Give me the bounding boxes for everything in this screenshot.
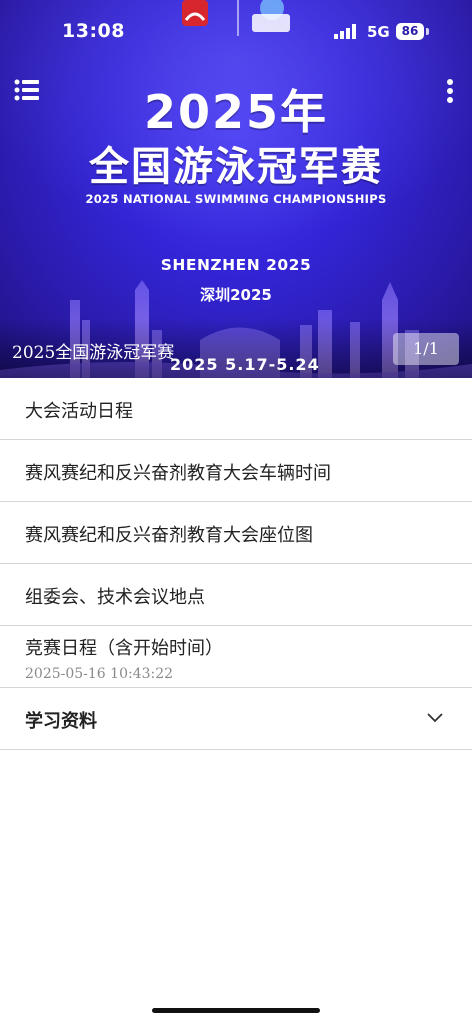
list-item-date: 2025-05-16 10:43:22 xyxy=(25,666,174,682)
signal-bars-icon xyxy=(334,24,356,39)
list-item[interactable]: 组委会、技术会议地点 xyxy=(0,564,472,626)
list-item-label: 大会活动日程 xyxy=(25,401,133,422)
banner-caption: 2025全国游泳冠军赛 xyxy=(12,343,175,363)
list-item[interactable]: 大会活动日程 xyxy=(0,378,472,440)
list-item[interactable]: 赛风赛纪和反兴奋剂教育大会座位图 xyxy=(0,502,472,564)
status-time: 13:08 xyxy=(62,20,125,42)
chevron-down-icon[interactable] xyxy=(427,713,443,723)
list-item[interactable]: 赛风赛纪和反兴奋剂教育大会车辆时间 xyxy=(0,440,472,502)
list-item-label: 竞赛日程（含开始时间） xyxy=(25,638,223,659)
battery-tip xyxy=(426,28,429,35)
battery-icon: 86 xyxy=(396,23,424,40)
home-indicator[interactable] xyxy=(152,1008,320,1013)
section-header-study-materials[interactable]: 学习资料 xyxy=(0,688,472,750)
poster-city-cn: 深圳2025 xyxy=(200,286,272,304)
document-list: 大会活动日程 赛风赛纪和反兴奋剂教育大会车辆时间 赛风赛纪和反兴奋剂教育大会座位… xyxy=(0,378,472,750)
poster-english-title: 2025 NATIONAL SWIMMING CHAMPIONSHIPS xyxy=(85,192,387,206)
poster-dates: 2025 5.17-5.24 xyxy=(170,355,320,374)
list-item[interactable]: 竞赛日程（含开始时间） 2025-05-16 10:43:22 xyxy=(0,626,472,688)
list-item-label: 组委会、技术会议地点 xyxy=(25,587,205,608)
status-bar: 13:08 5G 86 xyxy=(0,0,472,60)
section-label: 学习资料 xyxy=(25,711,97,732)
poster-city-en: SHENZHEN 2025 xyxy=(160,256,312,274)
event-logos xyxy=(182,0,290,36)
list-item-label: 赛风赛纪和反兴奋剂教育大会车辆时间 xyxy=(25,463,331,484)
poster-year-title: 2025年 xyxy=(143,85,329,139)
poster-main-title: 全国游泳冠军赛 xyxy=(89,144,383,190)
slide-counter: 1/1 xyxy=(393,333,459,365)
event-banner[interactable]: 13:08 5G 86 2025年 全国游泳冠军赛 2025 NATIONAL … xyxy=(0,0,472,378)
list-item-label: 赛风赛纪和反兴奋剂教育大会座位图 xyxy=(25,525,313,546)
network-type: 5G xyxy=(367,23,390,41)
